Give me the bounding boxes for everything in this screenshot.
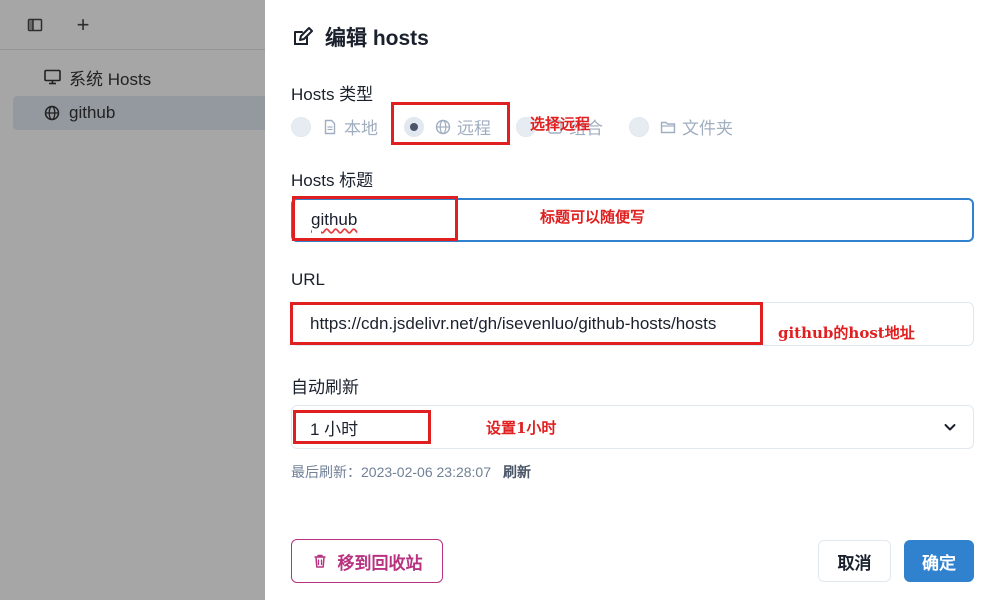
- radio-label: 文件夹: [682, 119, 733, 138]
- annotation-url: github的host地址: [778, 324, 915, 342]
- panel-title: 编辑 hosts: [291, 22, 429, 52]
- ok-button[interactable]: 确定: [904, 540, 974, 582]
- file-icon: [324, 119, 336, 134]
- hosts-title-label: Hosts 标题: [291, 171, 374, 190]
- radio-circle[interactable]: [291, 116, 311, 137]
- sidebar-item-github[interactable]: github: [13, 96, 265, 130]
- trash-icon: [314, 554, 325, 568]
- edit-icon: [294, 27, 313, 45]
- panel-title-text: 编辑 hosts: [325, 27, 429, 50]
- auto-refresh-label: 自动刷新: [291, 378, 359, 397]
- radio-folder[interactable]: 文件夹: [629, 114, 733, 139]
- edit-hosts-panel: 编辑 hosts Hosts 类型 本地 远程 组合 文件夹 Hosts 标题 …: [265, 0, 1000, 600]
- sidebar-item-system-hosts[interactable]: 系统 Hosts: [13, 60, 265, 94]
- annotation-box-refresh: [293, 410, 431, 444]
- annotation-box-url: [290, 302, 763, 345]
- move-to-trash-button[interactable]: 移到回收站: [291, 539, 443, 583]
- annotation-box-remote: [391, 102, 510, 145]
- refresh-link[interactable]: 刷新: [503, 462, 531, 482]
- annotation-box-title: [292, 196, 458, 241]
- radio-local[interactable]: 本地: [291, 114, 378, 139]
- folder-icon: [660, 121, 676, 133]
- radio-label: 本地: [344, 119, 378, 138]
- annotation-remote: 选择远程: [530, 115, 591, 133]
- trash-button-label: 移到回收站: [337, 553, 423, 573]
- last-refresh-line: 最后刷新：2023-02-06 23:28:07 刷新: [291, 462, 531, 482]
- sidebar-toolbar: +: [0, 0, 265, 50]
- layout-icon[interactable]: [22, 12, 48, 38]
- radio-circle[interactable]: [629, 116, 649, 137]
- last-refresh-text: 最后刷新：2023-02-06 23:28:07: [291, 464, 491, 480]
- sidebar-item-label: github: [69, 103, 116, 122]
- monitor-icon: [43, 68, 61, 86]
- cancel-button[interactable]: 取消: [818, 540, 891, 582]
- sidebar: + 系统 Hosts github: [0, 0, 265, 600]
- annotation-title: 标题可以随便写: [540, 208, 646, 226]
- annotation-refresh: 设置1小时: [486, 419, 557, 437]
- sidebar-item-label: 系统 Hosts: [69, 69, 152, 89]
- url-label: URL: [291, 270, 326, 289]
- hosts-type-label: Hosts 类型: [291, 85, 374, 104]
- chevron-down-icon: [944, 424, 956, 431]
- add-hosts-button[interactable]: +: [70, 12, 96, 38]
- globe-icon: [43, 104, 61, 122]
